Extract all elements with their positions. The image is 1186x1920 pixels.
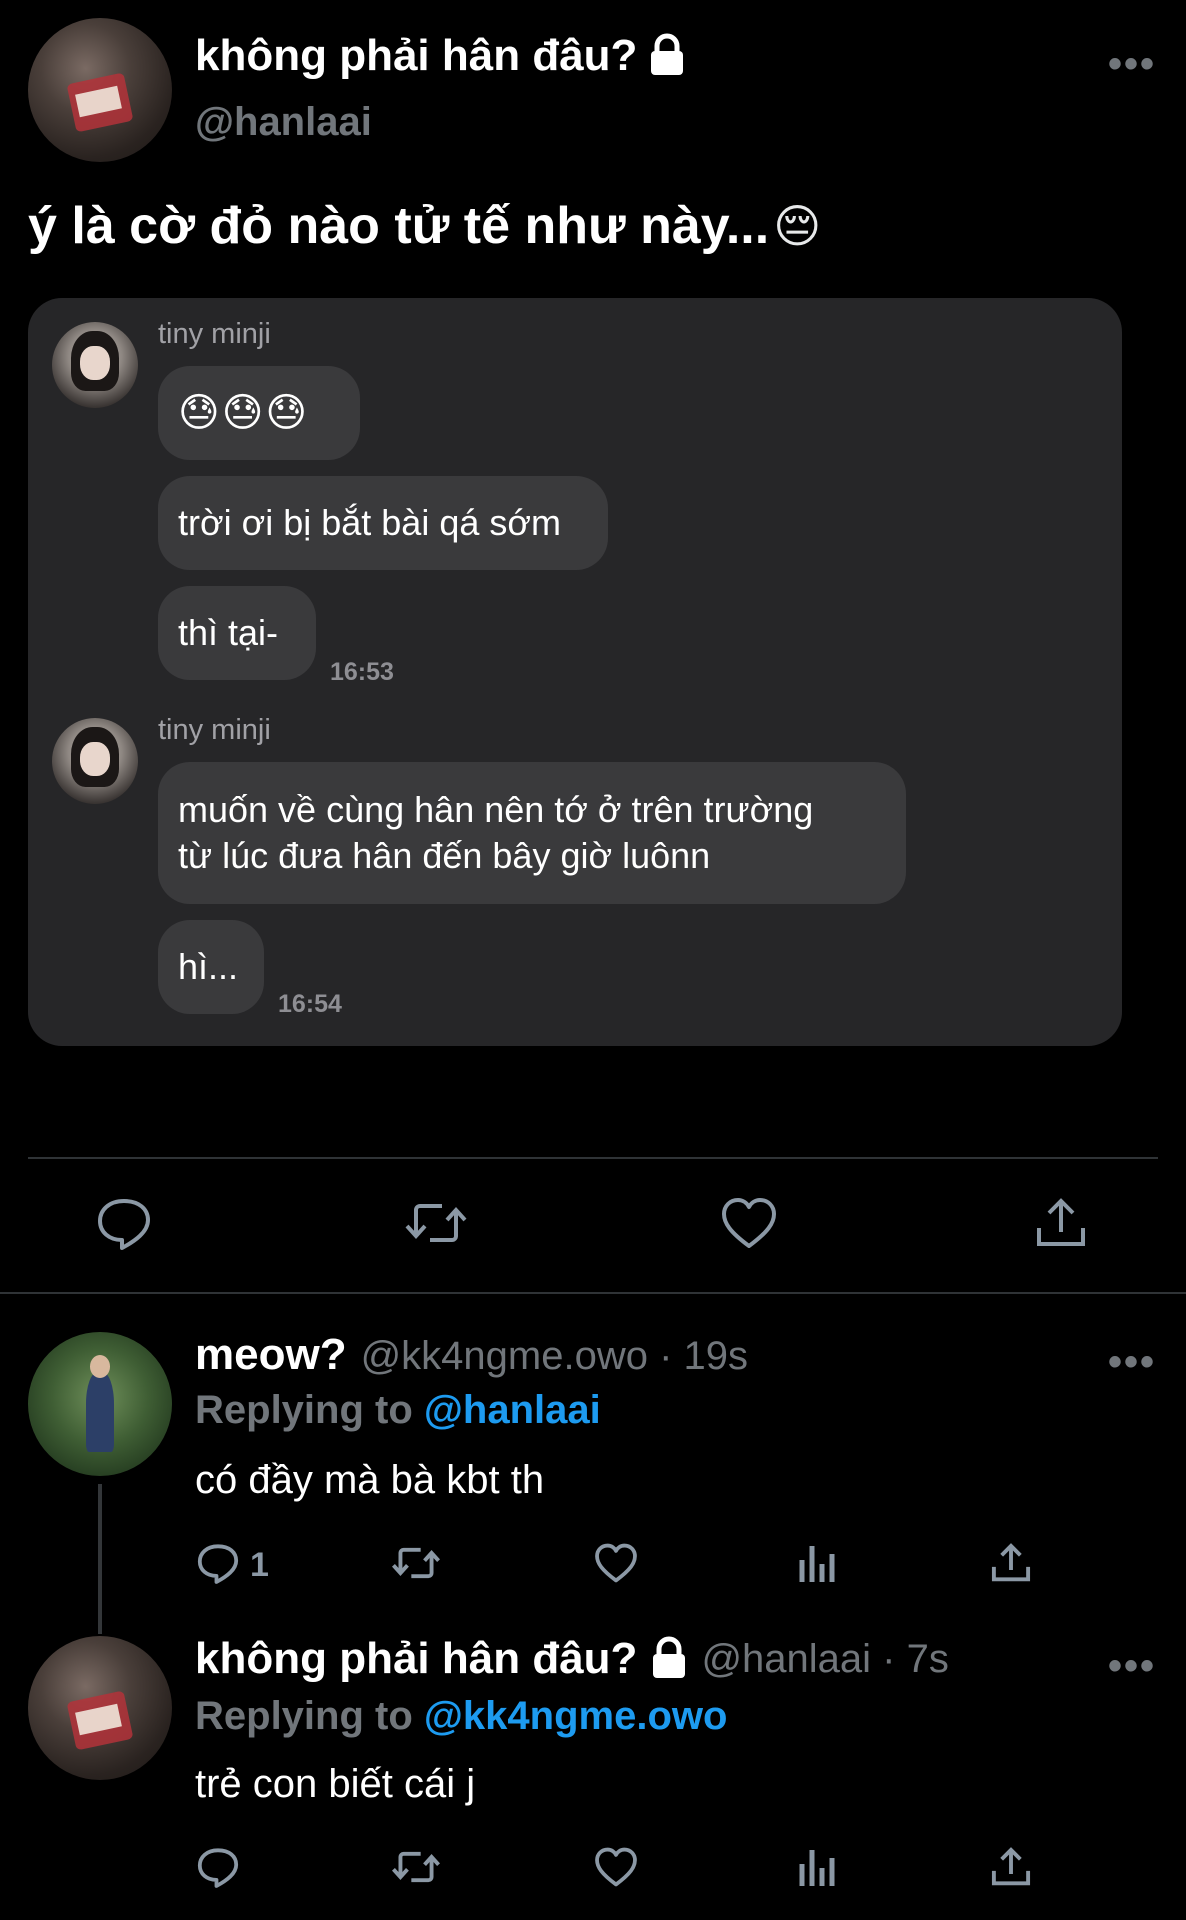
like-icon[interactable] — [720, 1196, 778, 1255]
share-icon[interactable] — [1034, 1196, 1088, 1255]
dm-timestamp: 16:54 — [278, 990, 342, 1018]
thread-connector — [98, 1484, 102, 1634]
reply-header: không phải hân đâu? @hanlaai · 7s — [195, 1634, 949, 1684]
author-display-name[interactable]: không phải hân đâu? — [195, 31, 637, 81]
like-icon[interactable] — [594, 1846, 638, 1893]
dm-sender-avatar — [52, 718, 138, 804]
reply-handle-time[interactable]: @hanlaai · 7s — [701, 1637, 948, 1682]
lock-icon — [647, 32, 687, 81]
dm-message: hì... — [178, 946, 239, 987]
tweet-text: ý là cờ đỏ nào tử tế như này... — [28, 197, 770, 255]
reply-count: 1 — [250, 1546, 269, 1584]
replying-to-label: Replying to — [195, 1694, 413, 1738]
dm-message: trời ơi bị bắt bài qá sớm — [178, 502, 561, 543]
dm-sender-avatar — [52, 322, 138, 408]
dm-message-bubble: muốn về cùng hân nên tớ ở trên trường từ… — [158, 762, 906, 904]
reply-text: có đầy mà bà kbt th — [195, 1458, 545, 1502]
reply-display-name[interactable]: không phải hân đâu? — [195, 1634, 637, 1684]
dm-sender-name: tiny minji — [158, 318, 271, 350]
reply-header: meow? @kk4ngme.owo · 19s — [195, 1330, 748, 1380]
reply-display-name[interactable]: meow? — [195, 1330, 347, 1380]
more-options-icon[interactable]: ••• — [1108, 1340, 1156, 1385]
divider — [0, 1292, 1186, 1294]
dm-message-line: muốn về cùng hân nên tớ ở trên trường — [178, 789, 814, 830]
dm-message-bubble: hì... — [158, 920, 264, 1014]
tweet-thread-screen: không phải hân đâu? @hanlaai ••• ý là cờ… — [0, 0, 1186, 1920]
share-icon[interactable] — [990, 1542, 1032, 1589]
author-avatar[interactable] — [28, 18, 172, 162]
dm-message-line: từ lúc đưa hân đến bây giờ luônn — [178, 835, 711, 876]
divider — [28, 1157, 1158, 1159]
reply-icon[interactable] — [196, 1542, 240, 1589]
dm-message: thì tại- — [178, 612, 279, 653]
dm-message-bubble: 😓😓😓 — [158, 366, 360, 460]
more-options-icon[interactable]: ••• — [1108, 1644, 1156, 1689]
author-name-row: không phải hân đâu? — [195, 28, 687, 84]
reply-avatar[interactable] — [28, 1636, 172, 1780]
attached-image[interactable]: tiny minji 😓😓😓 trời ơi bị bắt bài qá sớm… — [28, 298, 1122, 1046]
more-options-icon[interactable]: ••• — [1108, 42, 1156, 87]
reply-avatar[interactable] — [28, 1332, 172, 1476]
like-icon[interactable] — [594, 1542, 638, 1589]
tweet-text-row: ý là cờ đỏ nào tử tế như này... 😔 — [28, 196, 821, 256]
dm-message-bubble: thì tại- — [158, 586, 316, 680]
reply-icon[interactable] — [196, 1846, 240, 1893]
dm-timestamp: 16:53 — [330, 658, 394, 686]
share-icon[interactable] — [990, 1846, 1032, 1893]
lock-icon — [649, 1635, 689, 1684]
dm-message-bubble: trời ơi bị bắt bài qá sớm — [158, 476, 608, 570]
retweet-icon[interactable] — [404, 1196, 468, 1255]
analytics-icon[interactable] — [796, 1542, 836, 1589]
retweet-icon[interactable] — [390, 1542, 442, 1589]
replying-to-mention[interactable]: @hanlaai — [424, 1388, 601, 1432]
replying-to-mention[interactable]: @kk4ngme.owo — [424, 1694, 728, 1738]
reply-icon[interactable] — [95, 1196, 153, 1255]
reply-handle-time[interactable]: @kk4ngme.owo · 19s — [361, 1334, 748, 1379]
analytics-icon[interactable] — [796, 1846, 836, 1893]
replying-to-line: Replying to @kk4ngme.owo — [195, 1694, 727, 1739]
author-handle[interactable]: @hanlaai — [195, 100, 372, 145]
replying-to-label: Replying to — [195, 1388, 413, 1432]
retweet-icon[interactable] — [390, 1846, 442, 1893]
replying-to-line: Replying to @hanlaai — [195, 1388, 601, 1433]
reply-text: trẻ con biết cái j — [195, 1762, 476, 1806]
dm-message: 😓😓😓 — [178, 391, 310, 435]
dm-sender-name: tiny minji — [158, 714, 271, 746]
pensive-emoji: 😔 — [773, 200, 822, 252]
